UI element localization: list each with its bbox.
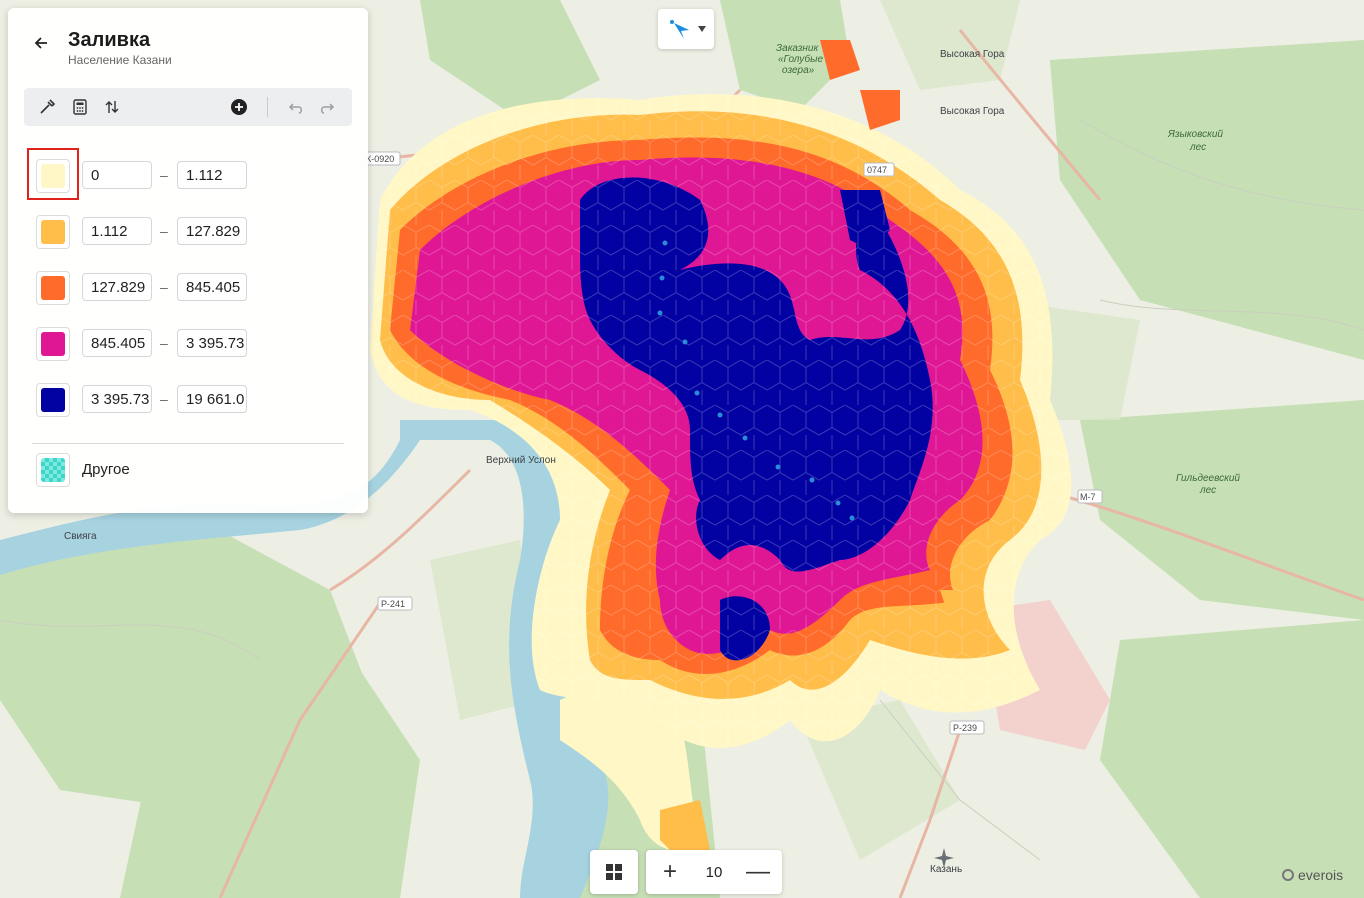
svg-text:лес: лес xyxy=(1189,142,1206,153)
svg-text:0747: 0747 xyxy=(867,165,887,175)
range-to-input[interactable]: 1.112 xyxy=(177,161,247,189)
redo-button[interactable] xyxy=(316,96,338,118)
redo-icon xyxy=(321,103,335,114)
svg-text:Р-239: Р-239 xyxy=(953,723,977,733)
svg-text:Высокая Гора: Высокая Гора xyxy=(940,49,1005,60)
range-row: 845.405 – 3 395.73 xyxy=(36,327,352,361)
eyedropper-icon xyxy=(40,99,56,114)
panel-divider xyxy=(32,443,344,444)
color-swatch xyxy=(41,276,65,300)
svg-text:М-7: М-7 xyxy=(1080,492,1096,502)
eyedropper-button[interactable] xyxy=(36,96,58,118)
range-to-input[interactable]: 19 661.0 xyxy=(177,385,247,413)
color-swatch xyxy=(41,332,65,356)
zoom-out-button[interactable]: — xyxy=(736,850,780,894)
panel-title: Заливка xyxy=(68,29,151,51)
color-swatch xyxy=(41,164,65,188)
color-swatch-button[interactable] xyxy=(36,159,70,193)
add-circle-icon xyxy=(231,99,247,115)
range-from-input[interactable]: 0 xyxy=(82,161,152,189)
caret-down-icon[interactable] xyxy=(698,26,706,32)
range-from-input[interactable]: 1.112 xyxy=(82,217,152,245)
zoom-control: + 10 — xyxy=(646,850,782,894)
svg-text:озера»: озера» xyxy=(782,65,815,76)
brand-name: everois xyxy=(1298,867,1344,883)
other-row[interactable]: Другое xyxy=(36,453,236,487)
range-dash: – xyxy=(160,223,168,239)
color-swatch xyxy=(41,388,65,412)
svg-text:К-0920: К-0920 xyxy=(366,154,394,164)
range-row: 1.112 – 127.829 xyxy=(36,215,352,249)
tool-selector[interactable] xyxy=(658,9,714,49)
grid-layers-icon xyxy=(606,864,622,880)
svg-text:Заказник: Заказник xyxy=(776,43,819,54)
other-label: Другое xyxy=(82,461,130,478)
color-swatch-button[interactable] xyxy=(36,383,70,417)
other-swatch-button[interactable] xyxy=(36,453,70,487)
panel-header: Заливка Население Казани xyxy=(8,8,368,88)
add-range-button[interactable] xyxy=(228,96,250,118)
panel-subtitle: Население Казани xyxy=(68,53,172,67)
svg-text:лес: лес xyxy=(1199,485,1216,496)
svg-text:Р-241: Р-241 xyxy=(381,599,405,609)
svg-text:Гильдеевский: Гильдеевский xyxy=(1176,473,1240,484)
range-from-input[interactable]: 3 395.73 xyxy=(82,385,152,413)
color-swatch-button[interactable] xyxy=(36,271,70,305)
back-button[interactable] xyxy=(30,32,52,54)
calculator-button[interactable] xyxy=(69,96,91,118)
range-from-input[interactable]: 845.405 xyxy=(82,329,152,357)
brand-icon xyxy=(1282,869,1294,881)
range-to-input[interactable]: 845.405 xyxy=(177,273,247,301)
svg-text:Высокая Гора: Высокая Гора xyxy=(940,106,1005,117)
svg-text:Казань: Казань xyxy=(930,864,962,875)
range-dash: – xyxy=(160,167,168,183)
undo-button[interactable] xyxy=(285,96,307,118)
sort-arrows-icon xyxy=(105,101,119,113)
toolbar-separator xyxy=(267,97,268,117)
range-dash: – xyxy=(160,279,168,295)
color-swatch-button[interactable] xyxy=(36,327,70,361)
arrow-left-icon xyxy=(34,37,47,49)
svg-text:«Голубые: «Голубые xyxy=(778,53,824,65)
svg-text:Языковский: Языковский xyxy=(1167,129,1223,140)
range-from-input[interactable]: 127.829 xyxy=(82,273,152,301)
range-to-input[interactable]: 127.829 xyxy=(177,217,247,245)
range-row: 0 – 1.112 xyxy=(36,159,352,193)
range-dash: – xyxy=(160,335,168,351)
color-swatch-button[interactable] xyxy=(36,215,70,249)
checker-pattern-icon xyxy=(41,458,65,482)
zoom-level: 10 xyxy=(705,863,723,881)
svg-text:Верхний Услон: Верхний Услон xyxy=(486,455,556,466)
svg-text:Свияга: Свияга xyxy=(64,531,97,542)
layers-grid-button[interactable] xyxy=(590,850,638,894)
range-to-input[interactable]: 3 395.73 xyxy=(177,329,247,357)
range-dash: – xyxy=(160,391,168,407)
brand-logo: everois xyxy=(1282,866,1343,884)
panel-toolbar xyxy=(24,88,352,126)
sort-button[interactable] xyxy=(101,96,123,118)
zoom-in-button[interactable]: + xyxy=(648,850,692,894)
range-row: 3 395.73 – 19 661.0 xyxy=(36,383,352,417)
fill-panel: Заливка Население Казани 0 – 1.112 1.112 xyxy=(8,8,368,513)
range-row: 127.829 – 845.405 xyxy=(36,271,352,305)
undo-icon xyxy=(288,103,302,114)
calculator-icon xyxy=(73,99,87,115)
color-swatch xyxy=(41,220,65,244)
pointer-cursor-icon xyxy=(670,20,706,39)
